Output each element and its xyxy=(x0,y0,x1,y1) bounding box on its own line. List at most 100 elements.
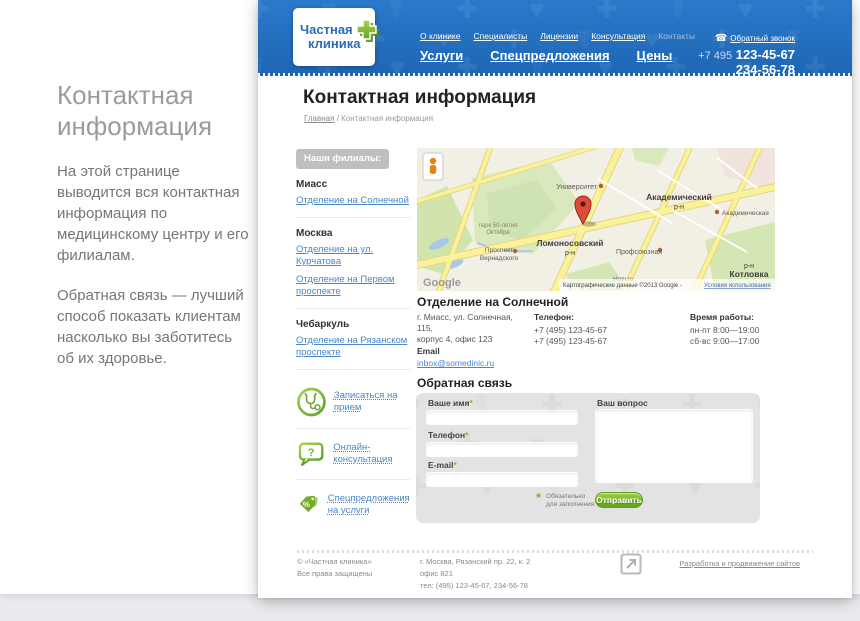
map-label-akademicheskaya: Академическая xyxy=(722,210,769,217)
quick-link-appointment[interactable]: Записаться на прием xyxy=(296,376,410,429)
site-mockup: ✚ ♥ ☤ ✚ ♥ ✚ ☤ ♥ ✚ ♥ ☤ ✚ ♥ ☤ ✚ ♥ ✚ ☤ ♥ ✚ … xyxy=(258,0,852,598)
dev-studio-logo-icon[interactable] xyxy=(620,553,642,575)
required-note: * Обязательно для заполнения xyxy=(536,492,594,509)
map-label-akademichesky: Академический xyxy=(646,192,712,202)
branch-link[interactable]: Отделение на ул. Курчатова xyxy=(296,244,410,268)
map-label-vernadskogo-2: Вернадского xyxy=(480,255,519,262)
question-field-label: Ваш вопрос xyxy=(597,398,648,408)
map-label-park-1: парк 50-летия xyxy=(479,223,518,229)
branch-phones: Телефон: +7 (495) 123-45-67 +7 (495) 123… xyxy=(534,312,644,347)
clinic-logo[interactable]: Частная клиника xyxy=(293,8,375,66)
quick-link-label[interactable]: Записаться на прием xyxy=(334,390,410,414)
map-label-university: Университет xyxy=(556,184,598,191)
feedback-title: Обратная связь xyxy=(417,376,512,390)
nav-licenses[interactable]: Лицензии xyxy=(540,31,578,41)
required-asterisk: * xyxy=(454,460,457,470)
phone-field-label: Телефон* xyxy=(428,430,468,440)
google-map[interactable]: Университет Академический р-н Академичес… xyxy=(417,148,775,291)
callback-link[interactable]: Обратный звонок xyxy=(730,34,795,43)
quick-link-label[interactable]: Спецпредложения на услуги xyxy=(328,493,410,517)
percent-tag-icon: % xyxy=(296,487,321,523)
svg-text:%: % xyxy=(302,500,310,510)
phone-prefix: +7 495 xyxy=(698,50,732,62)
address-line-2: корпус 4, офис 123 xyxy=(417,334,529,345)
email-link[interactable]: inbox@somedinic.ru xyxy=(417,358,494,368)
map-attribution: Картографические данные ©2013 Google - xyxy=(563,282,682,289)
annotation-paragraph-1: На этой странице выводится вся контактна… xyxy=(57,161,253,266)
map-label-vernadskogo-1: Проспект xyxy=(485,247,513,254)
stethoscope-icon xyxy=(296,383,327,421)
phone-number-1-value: 123-45-67 xyxy=(736,47,795,62)
footer-copyright: © «Частная клиника» Все права защищены xyxy=(297,556,372,580)
branch-link[interactable]: Отделение на Солнечной xyxy=(296,195,410,207)
dev-studio-link[interactable]: Разработка и продвижение сайтов xyxy=(679,558,800,570)
phone-input[interactable] xyxy=(426,442,578,457)
logo-line-1: Частная xyxy=(300,23,360,37)
name-field-label: Ваше имя* xyxy=(428,398,473,408)
branches-sidebar: Наши филиалы: Миасс Отделение на Солнечн… xyxy=(296,148,410,530)
branch-link[interactable]: Отделение на Рязанском проспекте xyxy=(296,335,410,359)
nav-prices[interactable]: Цены xyxy=(637,48,673,63)
map-label-lomonosovsky: Ломоносовский xyxy=(537,238,604,248)
nav-specialists[interactable]: Специалисты xyxy=(473,31,527,41)
top-navigation: О клинике Специалисты Лицензии Консульта… xyxy=(420,31,695,41)
required-asterisk: * xyxy=(465,430,468,440)
logo-text: Частная клиника xyxy=(300,23,360,51)
branch-group-chebarkul: Чебаркуль Отделение на Рязанском проспек… xyxy=(296,319,410,370)
name-input[interactable] xyxy=(426,410,578,425)
green-cross-icon xyxy=(352,17,384,49)
feedback-form: ♥ ☤ ✚ ♥ ✚ ☤ ♥ ✚ ☤ ♥ ✚ ☤ ☤ ✚ ♥ ✚ ☤ ♥ ✚ ♥ … xyxy=(416,393,760,523)
nav-consultation[interactable]: Консультация xyxy=(591,31,645,41)
map-label-akademichesky-abbr: р-н xyxy=(674,204,684,211)
bottom-strip xyxy=(0,594,860,621)
nav-services[interactable]: Услуги xyxy=(420,48,463,63)
breadcrumb: Главная / Контактная информация xyxy=(304,114,433,123)
branch-link[interactable]: Отделение на Первом проспекте xyxy=(296,274,410,298)
footer-address: г. Москва, Рязанский пр. 22, к. 2 офис 8… xyxy=(420,556,530,592)
annotation-title: Контактная информация xyxy=(57,80,253,142)
quick-link-special-offers[interactable]: % Спецпредложения на услуги xyxy=(296,480,410,530)
branch-address: г. Миасс, ул. Солнечная, 115, корпус 4, … xyxy=(417,312,529,345)
map-terms-link[interactable]: Условия использования xyxy=(704,283,771,289)
map-label-kotlovka-2: Котловка xyxy=(730,269,769,279)
city-name: Москва xyxy=(296,228,410,239)
nav-offers[interactable]: Спецпредложения xyxy=(490,48,609,63)
branch-phone-1: +7 (495) 123-45-67 xyxy=(534,325,644,336)
page-title: Контактная информация xyxy=(303,87,536,109)
branch-hours: Время работы: пн-пт 8:00—19:00 сб-вс 9:0… xyxy=(690,312,800,347)
email-input[interactable] xyxy=(426,472,578,487)
breadcrumb-current: Контактная информация xyxy=(341,114,433,123)
screenshot-canvas: Контактная информация На этой странице в… xyxy=(0,0,860,621)
email-field-label: E-mail* xyxy=(428,460,457,470)
phone-number-2: 234-56-78 xyxy=(698,62,795,77)
pegman-control-icon[interactable] xyxy=(423,153,443,180)
city-name: Миасс xyxy=(296,179,410,190)
branches-heading: Наши филиалы: xyxy=(296,149,389,169)
quick-links: Записаться на прием ? Онлайн-консультаци… xyxy=(296,376,410,530)
main-navigation: Услуги Спецпредложения Цены xyxy=(420,48,672,63)
annotation-paragraph-2: Обратная связь — лучший способ показать … xyxy=(57,285,253,369)
question-bubble-icon: ? xyxy=(296,436,326,472)
branch-group-moscow: Москва Отделение на ул. Курчатова Отделе… xyxy=(296,228,410,309)
email-label: Email xyxy=(417,346,494,356)
quick-link-online-consult[interactable]: ? Онлайн-консультация xyxy=(296,429,410,480)
branch-email-block: Email inbox@somedinic.ru xyxy=(417,346,494,368)
map-label-profsoyuznaya: Профсоюзная xyxy=(616,249,662,256)
question-textarea[interactable] xyxy=(595,409,753,483)
submit-button[interactable]: Отправить xyxy=(595,492,643,508)
map-label-lomonosovsky-abbr: р-н xyxy=(565,250,575,257)
google-logo[interactable]: Google xyxy=(423,277,461,289)
required-asterisk: * xyxy=(470,398,473,408)
footer-perforated-edge xyxy=(297,550,813,553)
svg-text:?: ? xyxy=(308,447,315,459)
map-label-park-2: Октября xyxy=(486,230,509,236)
hours-weekdays: пн-пт 8:00—19:00 xyxy=(690,325,800,336)
quick-link-label[interactable]: Онлайн-консультация xyxy=(333,442,410,466)
breadcrumb-home-link[interactable]: Главная xyxy=(304,114,334,123)
nav-contacts[interactable]: Контакты xyxy=(658,31,695,41)
city-name: Чебаркуль xyxy=(296,319,410,330)
hours-label: Время работы: xyxy=(690,312,800,323)
address-line-1: г. Миасс, ул. Солнечная, 115, xyxy=(417,312,529,334)
branch-group-miass: Миасс Отделение на Солнечной xyxy=(296,179,410,218)
nav-about[interactable]: О клинике xyxy=(420,31,460,41)
